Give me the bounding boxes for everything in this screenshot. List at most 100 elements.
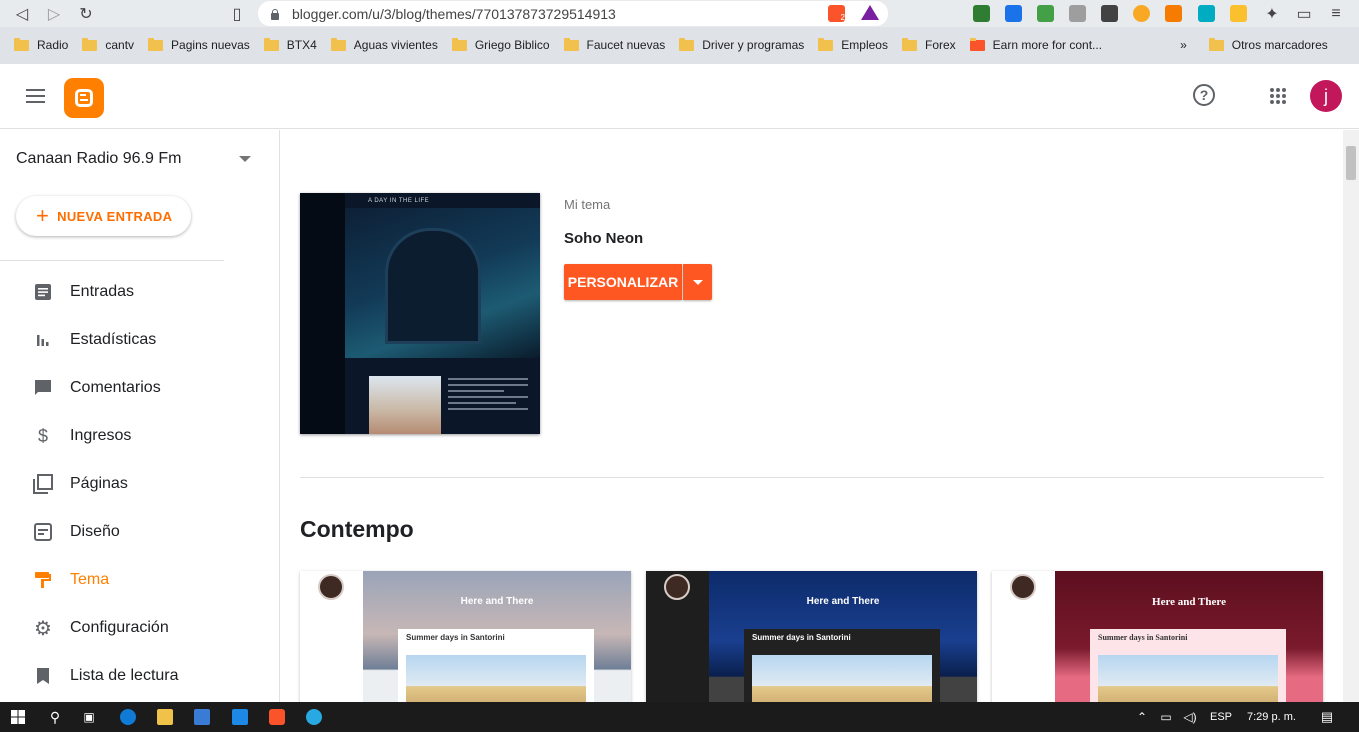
extension-icon[interactable] [1133,5,1150,22]
chevron-up-icon[interactable]: ⌃ [1134,709,1150,725]
card-title: Here and There [806,596,880,607]
theme-icon [33,570,53,590]
browser-toolbar: ◁ ▷ ↻ ▯ blogger.com/u/3/blog/themes/7701… [0,0,1359,27]
theme-card[interactable]: Here and There Summer days in Santorini [992,571,1323,702]
wallet-icon[interactable]: ▭ [1293,3,1315,25]
telegram-icon[interactable] [306,709,322,725]
file-explorer-icon[interactable] [157,709,173,725]
help-icon[interactable]: ? [1193,84,1215,106]
windows-start-icon[interactable] [10,709,26,725]
brave-shield-icon[interactable]: 2 [828,5,845,22]
folder-icon [148,37,164,51]
layout-icon [33,522,53,542]
bookmark-item[interactable]: Empleos [818,37,888,52]
network-icon[interactable]: ▭ [1158,709,1174,725]
folder-icon [679,37,695,51]
bookmark-item[interactable]: BTX4 [263,37,317,52]
bookmark-item[interactable]: Aguas vivientes [330,37,438,52]
brave-icon [969,37,985,51]
clock[interactable]: 7:29 p. m. [1247,711,1296,723]
section-title: Contempo [300,516,414,542]
sidebar: Canaan Radio 96.9 Fm + NUEVA ENTRADA Ent… [0,130,280,702]
translate-icon[interactable] [1005,5,1022,22]
extension-icon[interactable] [1230,5,1247,22]
scrollbar[interactable] [1343,130,1359,702]
main-content: A DAY IN THE LIFE Mi tema Soho Neon PERS… [281,130,1343,702]
folder-icon [818,37,834,51]
extension-icon[interactable] [973,5,990,22]
search-icon[interactable]: ⚲ [47,709,63,725]
language-indicator[interactable]: ESP [1210,711,1232,723]
extension-icon[interactable] [1069,5,1086,22]
current-theme-thumbnail[interactable]: A DAY IN THE LIFE [300,193,540,434]
thumbnail-post-image [369,376,441,434]
posts-icon [33,282,53,302]
menu-icon[interactable]: ≡ [1325,3,1347,25]
bookmark-item[interactable]: Forex [901,37,956,52]
bookmark-item[interactable]: Griego Biblico [451,37,550,52]
sidebar-item-estadisticas[interactable]: Estadísticas [0,316,280,364]
scrollbar-thumb[interactable] [1346,146,1356,180]
bookmark-item[interactable]: Faucet nuevas [563,37,665,52]
volume-icon[interactable]: ◁) [1182,709,1198,725]
apps-grid-icon[interactable] [1270,88,1286,104]
new-post-button[interactable]: + NUEVA ENTRADA [16,196,191,236]
divider [300,477,1324,478]
bookmark-item[interactable]: Pagins nuevas [148,37,250,52]
address-bar[interactable]: blogger.com/u/3/blog/themes/770137873729… [258,1,888,26]
more-bookmarks-button[interactable]: » [1180,38,1187,52]
theme-card[interactable]: Here and There Summer days in Santorini [646,571,977,702]
avatar [318,574,344,600]
stats-icon [33,330,53,350]
plus-icon: + [36,203,50,228]
bookmarks-bar: Radio cantv Pagins nuevas BTX4 Aguas viv… [0,32,1359,58]
sidebar-item-diseno[interactable]: Diseño [0,508,280,556]
chevron-down-icon[interactable] [239,156,251,162]
blogger-logo[interactable] [64,78,104,118]
download-icon[interactable] [1037,5,1054,22]
theme-name: Soho Neon [564,230,644,247]
customize-dropdown-button[interactable] [683,264,712,300]
blogger-b-icon [75,89,93,107]
app-header: ? j [0,64,1359,129]
theme-card[interactable]: Here and There Summer days in Santorini [300,571,631,702]
puzzle-icon[interactable]: ✦ [1261,3,1283,25]
qr-icon[interactable] [1101,5,1118,22]
other-bookmarks[interactable]: Otros marcadores [1208,37,1328,52]
mail-icon[interactable] [232,709,248,725]
sidebar-item-entradas[interactable]: Entradas [0,268,280,316]
notifications-icon[interactable]: ▤ [1319,709,1335,725]
sidebar-item-ingresos[interactable]: $ Ingresos [0,412,280,460]
reading-list-icon [33,666,53,686]
bookmark-item[interactable]: Driver y programas [679,37,804,52]
store-icon[interactable] [194,709,210,725]
metamask-icon[interactable] [1165,5,1182,22]
taskbar: ⚲ ▣ ⌃ ▭ ◁) ESP 7:29 p. m. ▤ [0,702,1359,732]
brave-rewards-icon[interactable] [861,5,879,20]
avatar[interactable]: j [1310,80,1342,112]
hamburger-menu-icon[interactable] [26,89,45,103]
card-title: Here and There [460,596,534,607]
browser-chrome: ◁ ▷ ↻ ▯ blogger.com/u/3/blog/themes/7701… [0,0,1359,64]
sidebar-item-tema[interactable]: Tema [0,556,280,604]
blog-selector[interactable]: Canaan Radio 96.9 Fm [16,150,181,168]
lock-icon [270,8,280,20]
bookmark-item[interactable]: Radio [14,37,68,52]
sidebar-item-configuracion[interactable]: ⚙ Configuración [0,604,280,652]
bookmark-item[interactable]: Earn more for cont... [969,37,1102,52]
edge-icon[interactable] [120,709,136,725]
bookmark-item[interactable]: cantv [82,37,134,52]
brave-browser-icon[interactable] [269,709,285,725]
sidebar-item-paginas[interactable]: Páginas [0,460,280,508]
extension-icon[interactable] [1198,5,1215,22]
task-view-icon[interactable]: ▣ [81,709,97,725]
reload-icon[interactable]: ↻ [75,3,97,25]
forward-icon[interactable]: ▷ [43,3,65,25]
back-icon[interactable]: ◁ [11,3,33,25]
avatar [1010,574,1036,600]
sidebar-item-comentarios[interactable]: Comentarios [0,364,280,412]
bookmark-icon[interactable]: ▯ [226,3,248,25]
customize-button[interactable]: PERSONALIZAR [564,264,682,300]
card-post-title: Summer days in Santorini [406,633,505,642]
sidebar-item-lista-de-lectura[interactable]: Lista de lectura [0,652,280,700]
